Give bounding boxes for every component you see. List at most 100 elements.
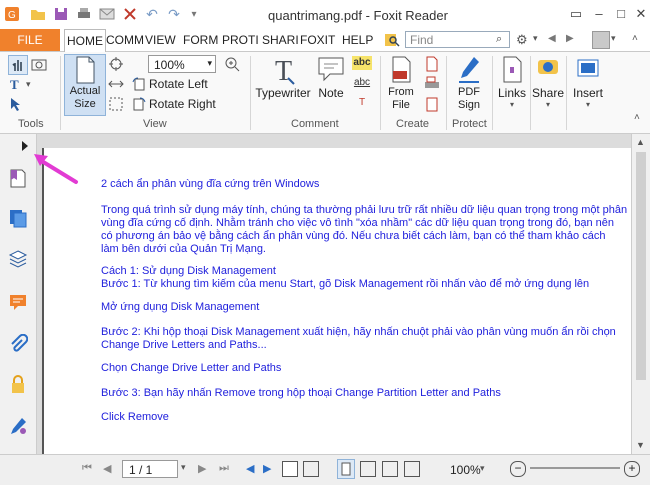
bookmark-icon[interactable] bbox=[8, 168, 28, 188]
insert-button[interactable]: Insert ▾ bbox=[570, 54, 606, 109]
account-dropdown-icon[interactable]: ▾ bbox=[611, 33, 616, 44]
settings-gear-icon[interactable]: ⚙ bbox=[516, 32, 528, 48]
avatar[interactable] bbox=[592, 31, 610, 49]
tab-comment[interactable]: COMM bbox=[106, 29, 144, 51]
view-group-label: View bbox=[143, 118, 167, 130]
page-number-input[interactable]: 1 / 1 bbox=[122, 460, 178, 478]
fit-visible-icon[interactable] bbox=[108, 96, 124, 112]
pages-icon[interactable] bbox=[8, 208, 28, 228]
tab-view[interactable]: VIEW bbox=[145, 29, 176, 51]
rotate-left-icon bbox=[131, 76, 147, 92]
blank-pdf-icon[interactable] bbox=[424, 56, 440, 72]
tab-protect[interactable]: PROTI bbox=[222, 29, 259, 51]
select-text-icon[interactable]: T bbox=[8, 76, 26, 92]
print-icon[interactable] bbox=[76, 6, 92, 22]
zoom-combo[interactable]: 100% ▾ bbox=[148, 55, 216, 73]
status-zoom-dropdown-icon[interactable]: ▾ bbox=[480, 463, 485, 474]
snapshot-icon[interactable] bbox=[30, 56, 48, 72]
attachments-icon[interactable] bbox=[8, 333, 29, 354]
copy-icon[interactable] bbox=[303, 461, 319, 477]
continuous-icon[interactable] bbox=[360, 461, 376, 477]
tab-file[interactable]: FILE bbox=[0, 29, 60, 51]
facing-icon[interactable] bbox=[382, 461, 398, 477]
layers-icon[interactable] bbox=[8, 248, 28, 268]
expand-panel-icon[interactable] bbox=[20, 140, 30, 152]
search-doc-icon[interactable] bbox=[384, 32, 400, 48]
from-file-button[interactable]: From File bbox=[384, 54, 418, 112]
comments-icon[interactable] bbox=[8, 292, 28, 312]
scroll-thumb[interactable] bbox=[636, 152, 646, 380]
tab-home[interactable]: HOME bbox=[64, 29, 106, 52]
tab-help[interactable]: HELP bbox=[342, 29, 373, 51]
tab-share[interactable]: SHARI bbox=[262, 29, 299, 51]
minimize-button[interactable]: – bbox=[588, 4, 610, 24]
ribbon-display-icon[interactable]: ▭ bbox=[565, 4, 587, 24]
find-search-icon[interactable]: ⌕ bbox=[496, 33, 502, 46]
first-page-icon[interactable]: ⏮ bbox=[82, 462, 92, 475]
actual-size-label: Actual Size bbox=[69, 85, 101, 110]
close-doc-icon[interactable] bbox=[122, 6, 138, 22]
save-icon[interactable] bbox=[53, 6, 69, 22]
annotation-arrow bbox=[34, 154, 78, 184]
next-page-icon[interactable]: ▶ bbox=[198, 462, 206, 475]
continuous-facing-icon[interactable] bbox=[404, 461, 420, 477]
rotate-right-button[interactable]: Rotate Right bbox=[149, 97, 216, 111]
security-lock-icon[interactable] bbox=[8, 374, 28, 394]
customize-dropdown-icon[interactable]: ▾ bbox=[186, 6, 202, 22]
last-page-icon[interactable]: ⏭ bbox=[219, 462, 229, 475]
share-label: Share bbox=[532, 86, 565, 100]
page-dropdown-icon[interactable]: ▾ bbox=[181, 462, 186, 473]
typewriter-button[interactable]: T Typewriter bbox=[255, 54, 311, 100]
close-button[interactable]: ✕ bbox=[630, 4, 650, 24]
pdf-sign-button[interactable]: PDF Sign bbox=[450, 54, 488, 112]
divider bbox=[60, 56, 61, 130]
open-icon[interactable] bbox=[30, 6, 46, 22]
signature-icon[interactable] bbox=[8, 416, 28, 436]
next-view-icon[interactable]: ▶ bbox=[263, 462, 271, 475]
previous-view-icon[interactable]: ◀ bbox=[246, 462, 254, 475]
settings-dropdown-icon[interactable]: ▾ bbox=[533, 33, 538, 44]
actual-size-button[interactable]: Actual Size bbox=[64, 54, 106, 116]
prev-page-icon[interactable]: ◀ bbox=[103, 462, 111, 475]
links-button[interactable]: Links ▾ bbox=[496, 54, 528, 109]
zoom-out-icon[interactable]: − bbox=[510, 461, 526, 477]
note-button[interactable]: Note bbox=[314, 54, 348, 100]
tab-foxit[interactable]: FOXIT bbox=[300, 29, 335, 51]
scroll-down-icon[interactable]: ▼ bbox=[636, 440, 645, 450]
zoom-in-status-icon[interactable]: + bbox=[624, 461, 640, 477]
prev-arrow-icon[interactable]: ◀ bbox=[548, 33, 556, 44]
zoom-percent[interactable]: 100% bbox=[450, 463, 481, 477]
ribbon-scroll-icon[interactable]: ˄ bbox=[634, 112, 640, 123]
zoom-in-icon[interactable] bbox=[224, 56, 240, 72]
redo-icon[interactable]: ↷ bbox=[166, 6, 182, 22]
divider bbox=[446, 56, 447, 130]
clipboard-icon[interactable] bbox=[424, 96, 440, 112]
vertical-scrollbar[interactable]: ▲ ▼ bbox=[631, 134, 650, 454]
hand-tool-icon[interactable] bbox=[8, 55, 28, 75]
email-icon[interactable] bbox=[99, 6, 115, 22]
save-view-icon[interactable] bbox=[282, 461, 298, 477]
zoom-value: 100% bbox=[154, 58, 185, 72]
strikeout-icon[interactable]: T bbox=[352, 96, 372, 110]
share-button[interactable]: Share ▾ bbox=[532, 54, 564, 109]
highlight-text-icon[interactable]: abc bbox=[352, 56, 372, 70]
find-input[interactable]: Find bbox=[405, 31, 510, 48]
underline-text-icon[interactable]: abc bbox=[352, 76, 372, 90]
zoom-dropdown-icon: ▾ bbox=[207, 58, 212, 68]
maximize-button[interactable]: □ bbox=[610, 4, 632, 24]
select-annotation-icon[interactable] bbox=[8, 96, 26, 112]
next-arrow-icon[interactable]: ▶ bbox=[566, 33, 574, 44]
collapse-ribbon-icon[interactable]: ˄ bbox=[632, 33, 638, 44]
zoom-slider[interactable] bbox=[530, 467, 620, 469]
rotate-left-button[interactable]: Rotate Left bbox=[149, 77, 208, 91]
pdf-page[interactable]: 2 cách ẩn phân vùng đĩa cứng trên Window… bbox=[42, 148, 633, 454]
scroll-up-icon[interactable]: ▲ bbox=[636, 137, 645, 147]
tab-form[interactable]: FORM bbox=[183, 29, 218, 51]
fit-page-icon[interactable] bbox=[108, 56, 124, 72]
fit-width-icon[interactable] bbox=[108, 76, 124, 92]
scanner-icon[interactable] bbox=[424, 76, 440, 92]
undo-icon[interactable]: ↶ bbox=[144, 6, 160, 22]
single-page-icon[interactable] bbox=[337, 459, 355, 479]
doc-paragraph-line: Bước 2: Khi hộp thoại Disk Management xu… bbox=[101, 326, 616, 338]
doc-paragraph-line: có phương án bảo vệ bằng cách ẩn phân vù… bbox=[101, 230, 606, 242]
